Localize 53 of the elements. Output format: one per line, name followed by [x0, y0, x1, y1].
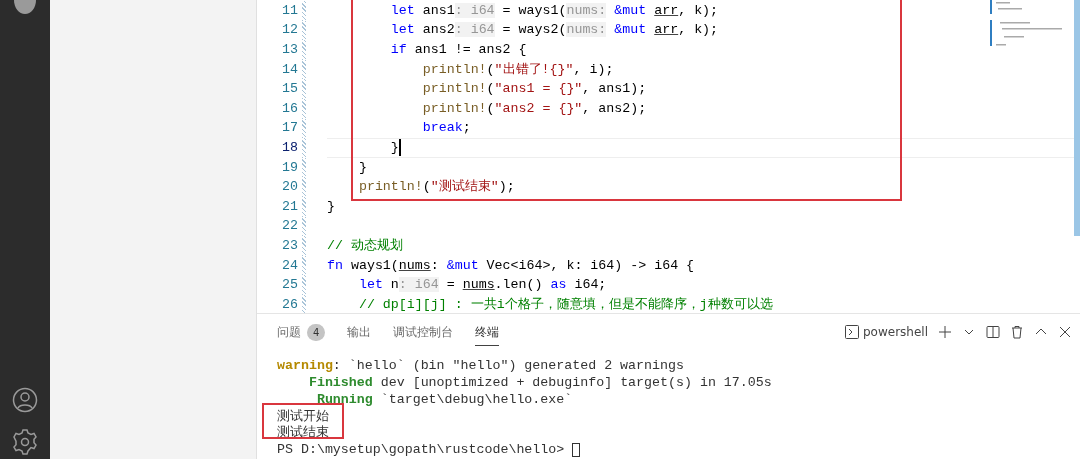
line-number: 24 [281, 256, 299, 275]
terminal-line: Finished dev [unoptimized + debuginfo] target(s) in 17.05s [307, 375, 772, 390]
terminal-line: warning: `hello` (bin "hello") generated 2 warnings [277, 358, 684, 374]
code-line: let n: i64 = nums.len() as i64; [357, 276, 607, 295]
terminal-line: 测试开始 [277, 408, 329, 424]
panel-tab[interactable]: 终端 [475, 318, 500, 346]
line-number: 25 [281, 276, 299, 295]
line-number: 20 [281, 178, 299, 197]
panel-tab[interactable]: 问题 4 [277, 319, 326, 346]
code-line: println!("测试结束"); [357, 178, 515, 197]
line-number: 21 [281, 197, 299, 216]
code-line: let ans2: i64 = ways2(nums: &mut arr, k); [389, 21, 719, 40]
line-number: 22 [281, 217, 299, 236]
terminal-line: 测试结束 [277, 425, 329, 441]
code-line: break; [421, 119, 471, 138]
trash-icon[interactable] [1010, 325, 1024, 340]
line-number: 19 [281, 158, 299, 177]
line-number: 26 [281, 295, 299, 314]
line-number: 14 [281, 60, 299, 79]
add-icon[interactable] [938, 325, 952, 340]
code-line: println!("ans1 = {}", ans1); [421, 80, 647, 99]
terminal-icon [845, 325, 859, 340]
text-cursor [398, 139, 401, 157]
activity-icon[interactable] [12, 0, 38, 14]
line-number: 17 [281, 119, 299, 138]
line-number: 23 [281, 236, 299, 255]
account-icon[interactable] [12, 387, 38, 413]
line-number: 11 [281, 1, 299, 20]
code-line: } [389, 139, 399, 157]
line-number: 18 [281, 139, 299, 157]
count-badge: 4 [307, 323, 326, 341]
code-line: println!("出错了!{}", i); [421, 60, 614, 79]
code-line: let ans1: i64 = ways1(nums: &mut arr, k); [389, 1, 719, 20]
scrollbar[interactable] [1074, 0, 1080, 236]
code-line: fn ways1(nums: &mut Vec<i64>, k: i64) -> i64 { [327, 256, 695, 275]
panel-tab[interactable]: 输出 [347, 319, 372, 346]
line-number: 13 [281, 41, 299, 59]
terminal-line: PS D:\mysetup\gopath\rustcode\hello> [277, 442, 566, 458]
line-number: 15 [281, 80, 299, 99]
line-number: 16 [281, 99, 299, 118]
split-icon[interactable] [986, 325, 1000, 340]
code-line: } [357, 158, 367, 177]
close-icon[interactable] [1058, 325, 1072, 340]
line-number: 12 [281, 21, 299, 40]
code-line: println!("ans2 = {}", ans2); [421, 99, 647, 118]
settings-icon[interactable] [12, 429, 38, 455]
panel-tab[interactable]: 调试控制台 [393, 319, 454, 346]
terminal-selector[interactable]: powershell [845, 323, 928, 342]
terminal-line: Running `target\debug\hello.exe` [315, 391, 573, 407]
code-line: } [327, 197, 335, 216]
code-line: // dp[i][j] : 一共i个格子，随意填，但是不能降序，j种数可以选 [357, 295, 773, 314]
code-line: // 动态规划 [327, 236, 403, 255]
code-line: if ans1 != ans2 { [389, 41, 527, 59]
